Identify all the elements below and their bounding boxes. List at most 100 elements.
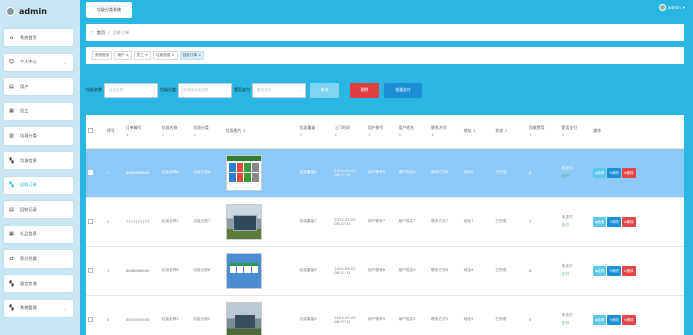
delete-row-button[interactable]: ⊗ 删除 (621, 314, 636, 325)
table-row[interactable]: 4 5555555555 垃圾名称5 垃圾分类5 垃圾重量5 2024-05-0… (86, 295, 684, 335)
breadcrumb-home[interactable]: 首页 (97, 30, 105, 36)
col-header[interactable]: 是否支付 ⇕ (559, 115, 592, 149)
query-button[interactable]: 查询 (310, 82, 339, 98)
cell-account: 用户账号5 (365, 295, 397, 335)
row-checkbox[interactable] (88, 169, 93, 175)
sidebar-item-system[interactable]: ▚ 系统管理 ⌄ (4, 299, 73, 317)
delete-button[interactable]: 删除 (350, 82, 379, 98)
time-clock: 08:27:31 (334, 172, 351, 177)
sidebar-item-orders[interactable]: ▚ 回收订单 (4, 176, 73, 194)
system-tab[interactable]: 垃圾分类系统 (86, 2, 132, 18)
main-area: 垃圾分类系统 admin ▾ ♡ 首页 / 回收订单 系统首页 用户 × 员工 … (80, 0, 693, 335)
row-checkbox[interactable] (88, 267, 93, 273)
sort-icon[interactable]: ⇕ (504, 128, 507, 133)
tag-home[interactable]: 系统首页 (92, 51, 113, 60)
row-select-cell[interactable] (86, 295, 105, 335)
sort-icon[interactable]: ⇕ (562, 133, 592, 137)
pay-link[interactable]: 支付 (562, 223, 592, 228)
col-header-label: 垃圾重量 (299, 125, 316, 131)
sort-icon[interactable]: ⇕ (162, 133, 192, 137)
sort-icon[interactable]: ⇕ (368, 133, 397, 137)
tag-staff[interactable]: 员工 × (133, 51, 152, 60)
table-row[interactable]: 3 6666666666 垃圾名称6 垃圾分类6 垃圾重量6 2024-05-0… (86, 246, 684, 296)
col-header[interactable]: 垃圾图片 ⇕ (223, 115, 298, 149)
staff-icon: ▦ (9, 108, 14, 115)
select-all-cell[interactable] (86, 115, 105, 149)
col-header[interactable]: 状态 ⇕ (493, 115, 528, 149)
cell-status: 已完成 (493, 246, 528, 296)
edit-button[interactable]: ✎ 修改 (607, 167, 621, 178)
delete-label: 删除 (626, 171, 634, 175)
col-header[interactable]: 上门时间 ⇕ (332, 115, 366, 149)
row-checkbox[interactable] (88, 218, 93, 224)
sidebar-item-home[interactable]: ⌂ 系统首页 (4, 29, 73, 47)
row-select-cell[interactable] (86, 148, 105, 198)
col-header[interactable]: 垃圾名称 ⇕ (159, 115, 192, 149)
name-input[interactable]: 垃圾名称 (104, 82, 158, 98)
tag-trash-info[interactable]: 垃圾信息 × (153, 51, 178, 60)
sidebar-item-trash-info[interactable]: ▚ 垃圾信息 (4, 151, 73, 170)
sidebar-item-label: 积分兑换 (20, 255, 37, 261)
sort-icon[interactable]: ⇕ (431, 133, 462, 137)
user-menu[interactable]: admin ▾ (658, 4, 685, 11)
sidebar-item-records[interactable]: ▤ 回收记录 (4, 201, 73, 219)
col-header[interactable]: 回收费用 ⇕ (527, 115, 560, 149)
col-header[interactable]: 用户账号 ⇕ (365, 115, 397, 149)
sort-icon[interactable]: ⇕ (126, 133, 160, 137)
sort-icon[interactable]: ⇕ (399, 133, 430, 137)
sidebar-item-users[interactable]: ▤ 用户 (4, 78, 73, 96)
user-center-icon: ☺ (8, 59, 15, 66)
cell-status: 已完成 (493, 148, 528, 198)
batch-pay-button[interactable]: 批量支付 (384, 82, 422, 98)
trash-image[interactable] (225, 252, 262, 289)
row-select-cell[interactable] (86, 197, 105, 247)
col-header[interactable]: 垃圾重量 ⇕ (297, 115, 333, 149)
class-select[interactable]: 请选择垃圾分类 ⌄ (178, 82, 232, 98)
table-row[interactable]: 1 8888888888 垃圾名称8 垃圾分类8 垃圾重量8 2024-05-0… (86, 148, 684, 198)
col-header[interactable]: 联系方式 ⇕ (429, 115, 462, 149)
sort-icon[interactable]: ⇕ (473, 128, 476, 133)
view-button[interactable]: ▪ 查看 (593, 216, 607, 227)
delete-row-button[interactable]: ⊗ 删除 (621, 265, 636, 276)
sort-icon[interactable]: ⇕ (300, 133, 333, 137)
sidebar-item-gifts[interactable]: ▦ 礼品信息 (4, 225, 73, 244)
pay-link[interactable]: 支付 (562, 174, 592, 179)
tag-orders[interactable]: 回收订单 × (179, 51, 205, 60)
trash-image[interactable] (225, 154, 262, 191)
sidebar-item-staff[interactable]: ▦ 员工 (4, 102, 73, 121)
col-header[interactable]: 地址 ⇕ (461, 115, 494, 149)
row-checkbox[interactable] (88, 316, 93, 322)
delete-row-button[interactable]: ⊗ 删除 (621, 167, 636, 178)
sidebar-item-profile[interactable]: ☺ 个人中心 ⌄ (4, 53, 73, 71)
view-button[interactable]: ▪ 查看 (593, 265, 607, 276)
table-row[interactable]: 2 7777777777 垃圾名称7 垃圾分类7 垃圾重量7 2024-05-0… (86, 197, 684, 247)
tag-users[interactable]: 用户 × (114, 51, 132, 60)
sidebar-item-messages[interactable]: ▚ 留言交流 (4, 274, 73, 293)
trash-image[interactable] (225, 301, 262, 335)
delete-row-button[interactable]: ⊗ 删除 (621, 216, 636, 227)
sidebar-item-exchange[interactable]: ⇄ 积分兑换 (4, 250, 73, 268)
col-header[interactable]: 用户姓名 ⇕ (396, 115, 430, 149)
pay-link[interactable]: 支付 (562, 321, 592, 326)
view-button[interactable]: ▪ 查看 (593, 314, 607, 325)
row-select-cell[interactable] (86, 246, 105, 296)
edit-button[interactable]: ✎ 修改 (607, 314, 621, 325)
sort-icon[interactable]: ⇕ (193, 133, 224, 137)
view-button[interactable]: ▪ 查看 (593, 167, 607, 178)
sidebar-item-trash-class[interactable]: ▥ 垃圾分类 (4, 127, 73, 145)
gift-icon: ▦ (9, 231, 14, 238)
select-all-checkbox[interactable] (88, 128, 93, 134)
edit-button[interactable]: ✎ 修改 (607, 265, 621, 276)
sort-icon[interactable]: ⇕ (334, 133, 366, 137)
edit-button[interactable]: ✎ 修改 (607, 216, 621, 227)
trash-image[interactable] (225, 203, 262, 240)
pay-link[interactable]: 支付 (562, 272, 592, 277)
cell-contact: 联系方式8 (429, 148, 462, 198)
sort-icon[interactable]: ⇕ (529, 133, 560, 137)
cell-index: 4 (104, 295, 124, 335)
col-header[interactable]: 订单编号 ⇕ (123, 115, 160, 149)
col-header[interactable]: 垃圾分类 ⇕ (191, 115, 224, 149)
sort-icon[interactable]: ⇕ (243, 128, 246, 133)
paid-select[interactable]: 是否支付 ⌄ (252, 82, 306, 98)
sidebar-menu: ⌂ 系统首页 ☺ 个人中心 ⌄ ▤ 用户 ▦ 员工 ▥ 垃圾分类 ▚ 垃圾信息 ▚ 回收订单 ▤… (4, 29, 73, 324)
